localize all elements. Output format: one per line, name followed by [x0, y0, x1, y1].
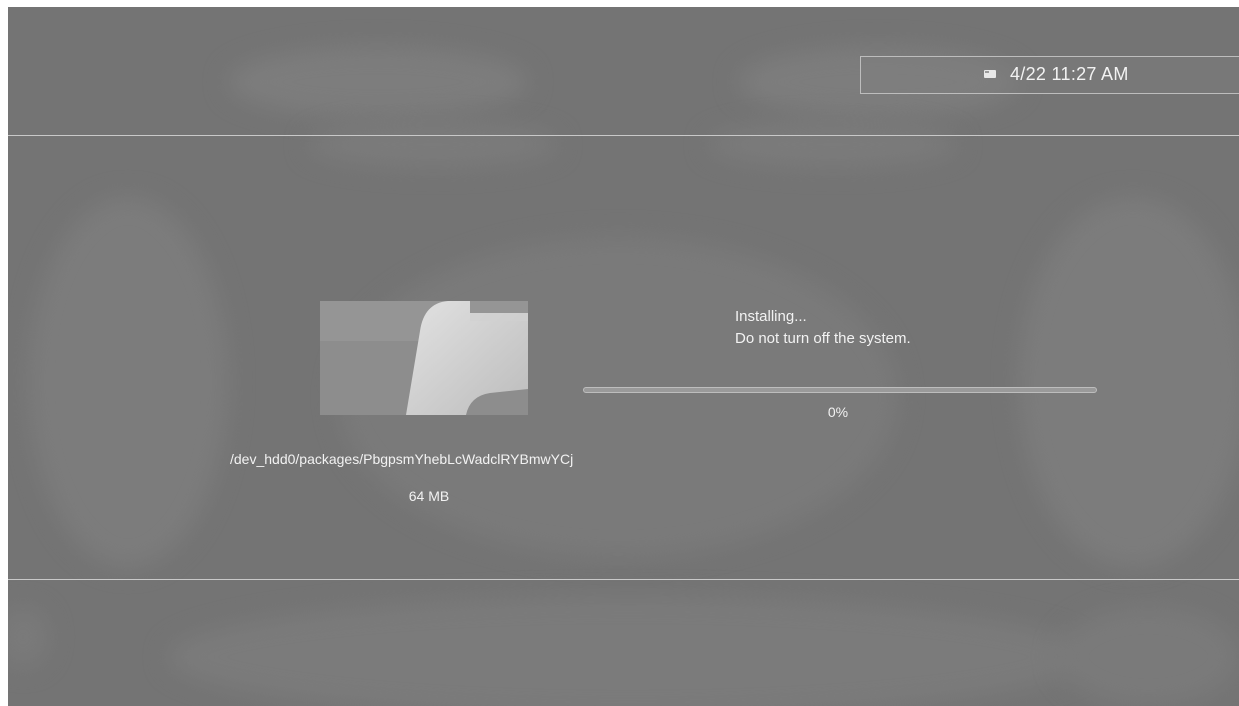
background-blob	[28, 197, 228, 567]
footer-divider	[8, 579, 1239, 580]
progress-bar	[583, 387, 1097, 393]
header-divider	[8, 135, 1239, 136]
status-bar: 4/22 11:27 AM	[860, 56, 1239, 94]
background-blob	[8, 607, 48, 667]
package-icon	[320, 301, 528, 415]
mail-icon	[984, 70, 996, 78]
package-thumbnail	[320, 301, 528, 415]
background-blob	[228, 47, 528, 117]
clock: 4/22 11:27 AM	[1010, 64, 1129, 84]
background-blob	[708, 122, 958, 167]
install-status: Installing...	[735, 308, 807, 325]
background-blob	[1018, 197, 1239, 567]
progress-percent: 0%	[827, 404, 849, 420]
install-screen: 4/22 11:27 AM /dev_hdd0/packages/PbgpsmY…	[8, 7, 1239, 706]
background-blob	[1058, 607, 1239, 706]
background-blob	[168, 597, 1088, 706]
package-size: 64 MB	[408, 488, 450, 504]
package-path: /dev_hdd0/packages/PbgpsmYhebLcWadclRYBm…	[230, 451, 574, 467]
background-blob	[308, 122, 558, 167]
install-warning: Do not turn off the system.	[735, 330, 911, 347]
